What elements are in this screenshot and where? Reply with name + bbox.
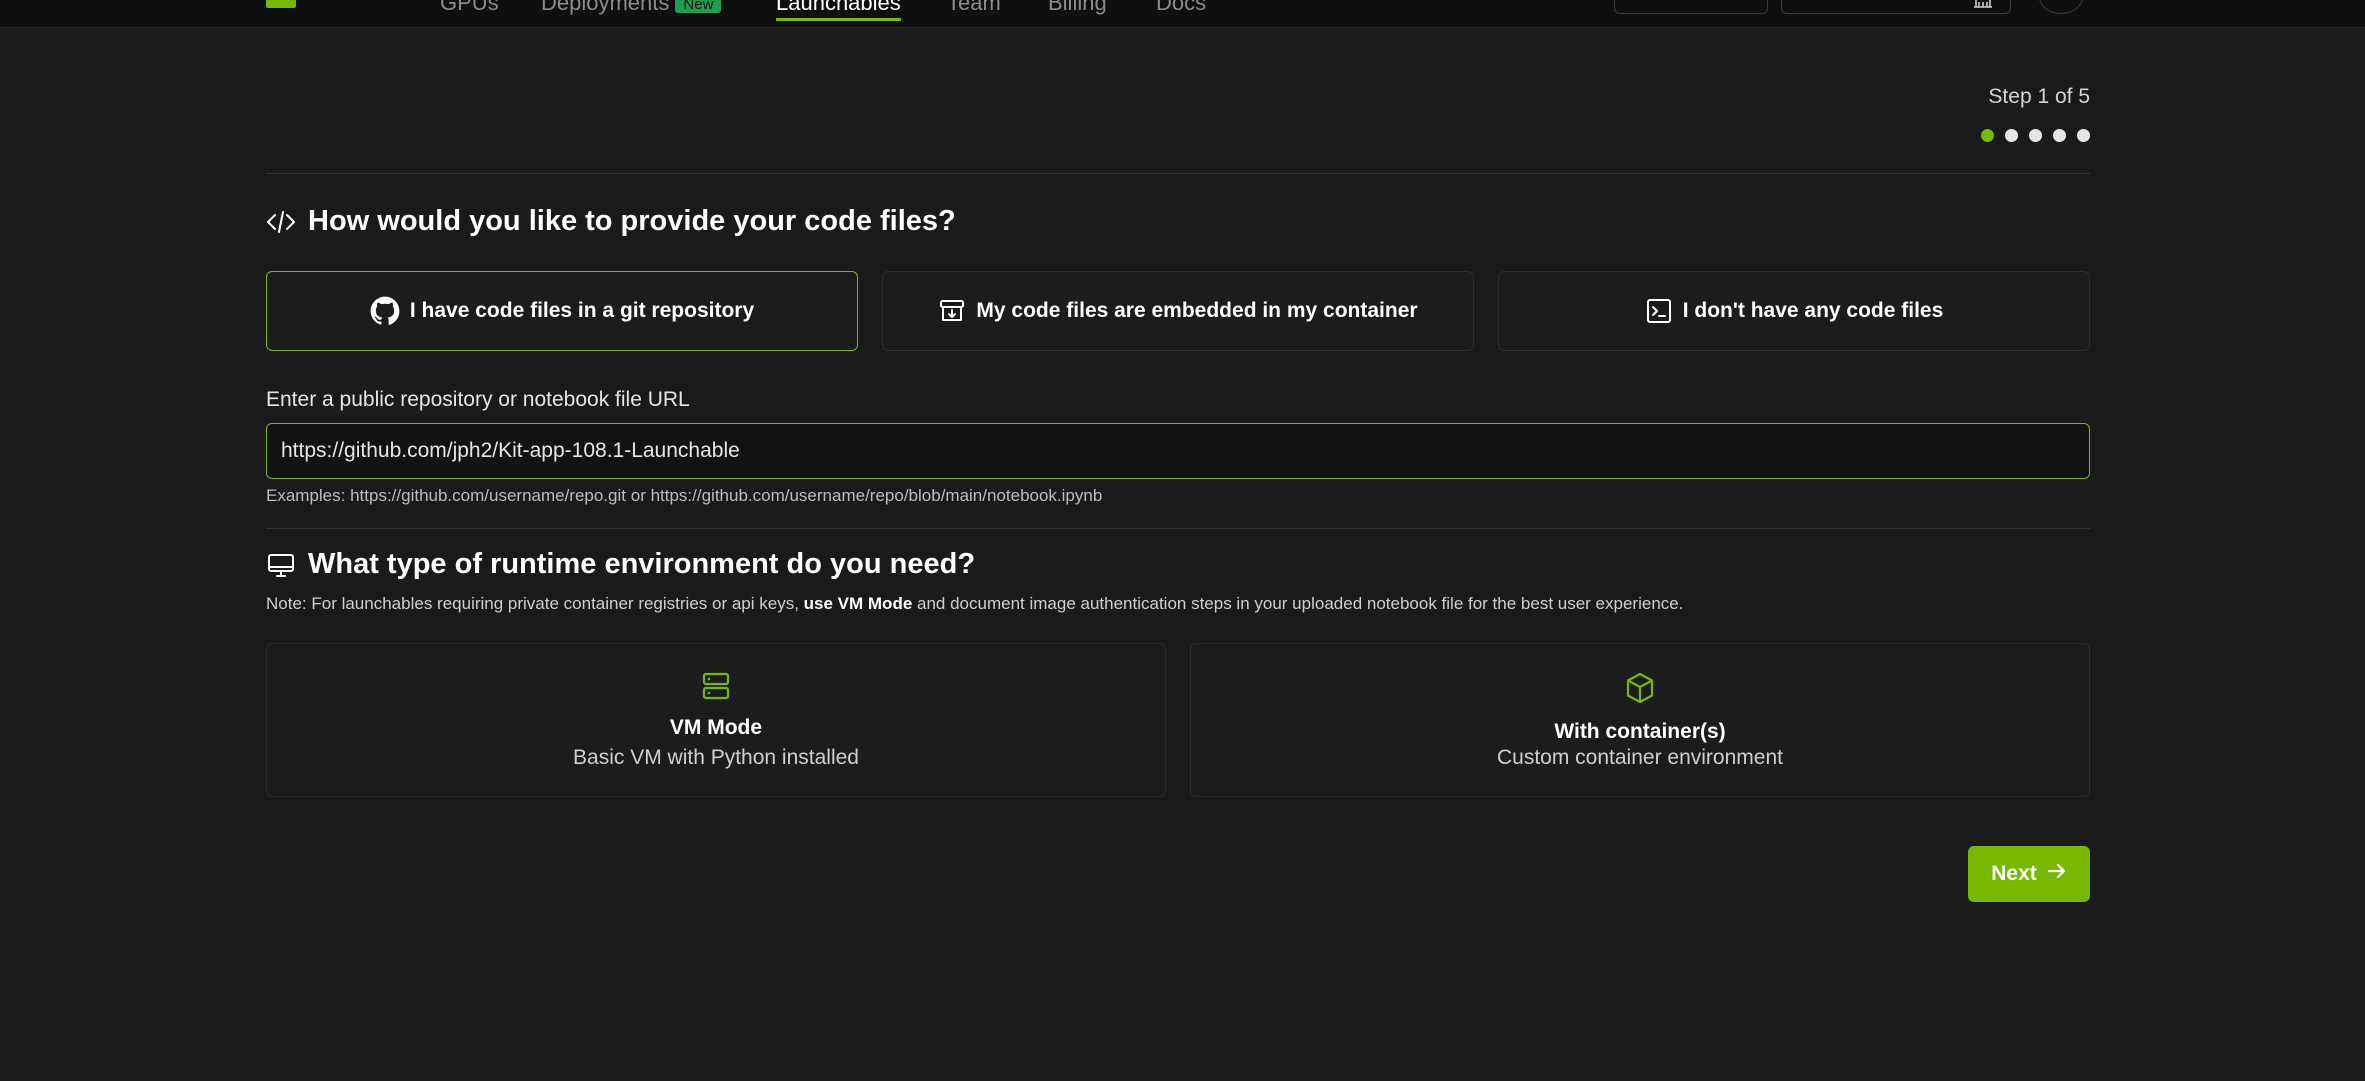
nav-item-team[interactable]: Team	[947, 0, 1001, 16]
new-badge: New	[675, 0, 722, 13]
option-embedded-label: My code files are embedded in my contain…	[976, 299, 1418, 322]
top-navbar: GPUs Deployments New Launchables Team Bil…	[0, 0, 2365, 28]
user-avatar[interactable]	[2039, 0, 2083, 14]
nav-item-deployments-label: Deployments	[541, 0, 670, 15]
next-button[interactable]: Next	[1968, 846, 2090, 902]
step-dot-4	[2053, 129, 2066, 142]
box-icon	[1623, 671, 1657, 710]
repository-url-input[interactable]	[266, 423, 2090, 479]
nvidia-logo[interactable]	[266, 0, 396, 10]
note-prefix: Note: For launchables requiring private …	[266, 594, 804, 613]
arrow-right-icon	[2047, 862, 2067, 886]
note-suffix: and document image authentication steps …	[912, 594, 1684, 613]
url-helper-text: Examples: https://github.com/username/re…	[266, 486, 1103, 505]
code-section-heading: How would you like to provide your code …	[308, 205, 956, 237]
runtime-section-heading: What type of runtime environment do you …	[308, 548, 976, 580]
step-progress-dots	[1981, 129, 2090, 142]
container-mode-title: With container(s)	[1554, 719, 1726, 743]
step-dot-1	[1981, 129, 1994, 142]
step-label: Step 1 of 5	[1988, 85, 2090, 108]
divider	[266, 173, 2090, 174]
container-mode-subtitle: Custom container environment	[1497, 745, 1783, 769]
runtime-section-title: What type of runtime environment do you …	[266, 548, 975, 581]
vm-mode-title: VM Mode	[669, 715, 763, 739]
container-mode-card[interactable]: With container(s) Custom container envir…	[1190, 643, 2090, 797]
building-icon	[1972, 0, 1994, 8]
nav-item-launchables[interactable]: Launchables	[776, 0, 901, 21]
nav-item-docs[interactable]: Docs	[1156, 0, 1206, 16]
option-no-code-files[interactable]: I don't have any code files	[1498, 271, 2090, 351]
option-no-code-label: I don't have any code files	[1682, 299, 1944, 322]
server-icon	[701, 671, 731, 706]
vm-mode-subtitle: Basic VM with Python installed	[573, 745, 859, 769]
nav-item-billing[interactable]: Billing	[1048, 0, 1107, 16]
monitor-icon	[266, 551, 296, 579]
option-embedded-in-container[interactable]: My code files are embedded in my contain…	[882, 271, 1474, 351]
nav-item-deployments[interactable]: Deployments New	[541, 0, 722, 16]
logo-mark-icon	[266, 0, 296, 8]
step-dot-3	[2029, 129, 2042, 142]
option-git-repository[interactable]: I have code files in a git repository	[266, 271, 858, 351]
archive-download-icon	[938, 297, 966, 325]
nav-item-gpus[interactable]: GPUs	[440, 0, 499, 16]
terminal-icon	[1645, 297, 1673, 325]
nav-action-button[interactable]	[1614, 0, 1768, 14]
github-icon	[370, 296, 400, 326]
next-button-label: Next	[1991, 862, 2037, 885]
note-bold: use VM Mode	[803, 594, 913, 613]
vm-mode-card[interactable]: VM Mode Basic VM with Python installed	[266, 643, 1166, 797]
code-section-title: How would you like to provide your code …	[266, 205, 956, 238]
code-icon	[266, 209, 296, 235]
divider	[266, 528, 2090, 529]
url-field-label: Enter a public repository or notebook fi…	[266, 388, 690, 411]
option-git-repository-label: I have code files in a git repository	[409, 299, 755, 322]
runtime-note: Note: For launchables requiring private …	[266, 594, 1683, 614]
step-dot-5	[2077, 129, 2090, 142]
step-dot-2	[2005, 129, 2018, 142]
